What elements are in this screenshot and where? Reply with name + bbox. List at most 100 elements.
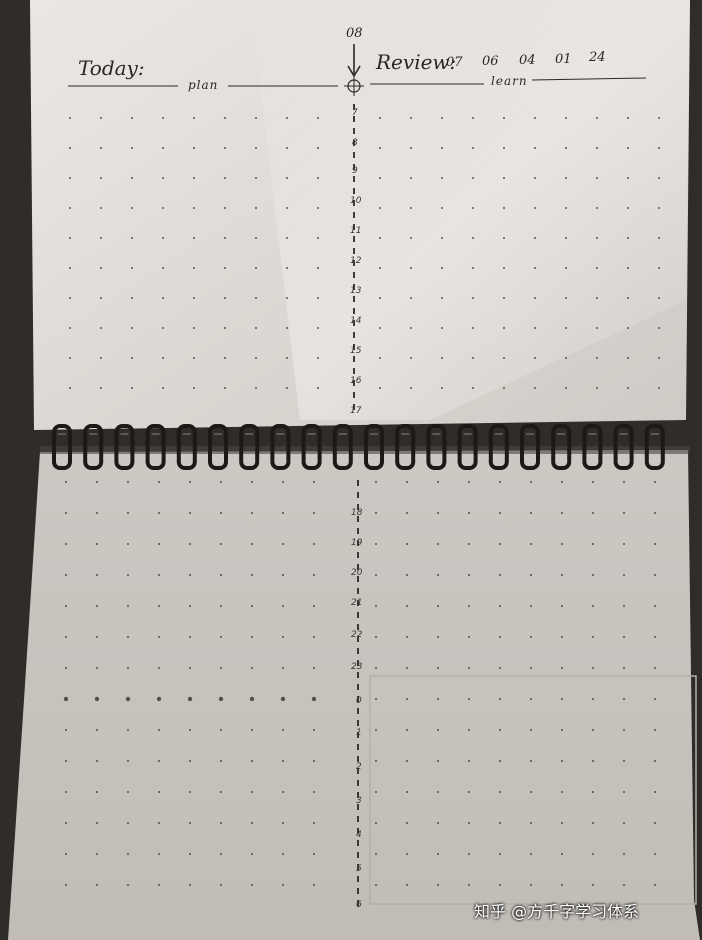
grid-dot <box>565 327 567 329</box>
grid-dot <box>375 791 377 793</box>
grid-dot <box>158 760 160 762</box>
hour-label: 3 <box>356 796 362 806</box>
grid-dot <box>499 791 501 793</box>
grid-dot <box>654 698 656 700</box>
grid-dot <box>468 512 470 514</box>
grid-dot <box>565 267 567 269</box>
grid-dot <box>565 147 567 149</box>
grid-dot <box>94 696 100 702</box>
grid-dot <box>255 177 257 179</box>
grid-dot <box>379 267 381 269</box>
grid-dot <box>596 327 598 329</box>
grid-dot <box>565 237 567 239</box>
grid-dot <box>69 207 71 209</box>
grid-dot <box>317 117 319 119</box>
grid-dot <box>654 543 656 545</box>
grid-dot <box>437 760 439 762</box>
grid-dot <box>623 512 625 514</box>
grid-dot <box>654 760 656 762</box>
grid-dot <box>65 605 67 607</box>
grid-dot <box>220 605 222 607</box>
grid-dot <box>65 884 67 886</box>
grid-dot <box>658 357 660 359</box>
grid-dot <box>472 117 474 119</box>
grid-dot <box>437 822 439 824</box>
hour-label: 20 <box>351 568 363 578</box>
review-number: 24 <box>589 50 606 65</box>
grid-dot <box>468 698 470 700</box>
grid-dot <box>379 327 381 329</box>
hour-label: 23 <box>351 662 363 672</box>
grid-dot <box>127 667 129 669</box>
grid-dot <box>158 636 160 638</box>
grid-dot <box>503 327 505 329</box>
grid-dot <box>286 117 288 119</box>
grid-dot <box>503 237 505 239</box>
grid-dot <box>255 207 257 209</box>
grid-dot <box>654 605 656 607</box>
grid-dot <box>410 297 412 299</box>
grid-dot <box>96 512 98 514</box>
grid-dot <box>410 207 412 209</box>
hour-label: 6 <box>356 900 362 910</box>
grid-dot <box>286 177 288 179</box>
grid-dot <box>379 207 381 209</box>
grid-dot <box>658 237 660 239</box>
grid-dot <box>255 387 257 389</box>
grid-dot <box>189 605 191 607</box>
grid-dot <box>654 853 656 855</box>
grid-dot <box>317 147 319 149</box>
grid-dot <box>189 543 191 545</box>
grid-dot <box>441 237 443 239</box>
hour-label: 1 <box>356 728 362 738</box>
grid-dot <box>561 636 563 638</box>
hour-label: 7 <box>352 108 358 118</box>
grid-dot <box>162 117 164 119</box>
hour-label: 12 <box>350 256 362 266</box>
grid-dot <box>441 177 443 179</box>
grid-dot <box>100 297 102 299</box>
hour-label: 15 <box>350 346 362 356</box>
grid-dot <box>162 267 164 269</box>
grid-dot <box>375 729 377 731</box>
grid-dot <box>503 297 505 299</box>
grid-dot <box>627 267 629 269</box>
grid-dot <box>592 512 594 514</box>
grid-dot <box>499 481 501 483</box>
grid-dot <box>534 177 536 179</box>
grid-dot <box>100 357 102 359</box>
grid-dot <box>410 327 412 329</box>
grid-dot <box>592 822 594 824</box>
grid-dot <box>530 822 532 824</box>
grid-dot <box>406 698 408 700</box>
grid-dot <box>127 729 129 731</box>
grid-dot <box>189 667 191 669</box>
grid-dot <box>654 667 656 669</box>
grid-dot <box>158 791 160 793</box>
hour-label: 4 <box>356 830 362 840</box>
grid-dot <box>499 667 501 669</box>
grid-dot <box>503 357 505 359</box>
grid-dot <box>282 822 284 824</box>
grid-dot <box>627 357 629 359</box>
grid-dot <box>596 387 598 389</box>
grid-dot <box>379 177 381 179</box>
grid-dot <box>96 822 98 824</box>
grid-dot <box>224 387 226 389</box>
grid-dot <box>499 729 501 731</box>
grid-dot <box>251 884 253 886</box>
grid-dot <box>379 147 381 149</box>
hour-label: 5 <box>356 864 362 874</box>
grid-dot <box>317 237 319 239</box>
grid-dot <box>282 543 284 545</box>
grid-dot <box>127 543 129 545</box>
grid-dot <box>530 791 532 793</box>
grid-dot <box>189 791 191 793</box>
plan-label: plan <box>188 78 219 92</box>
grid-dot <box>158 822 160 824</box>
grid-dot <box>375 574 377 576</box>
grid-dot <box>561 729 563 731</box>
grid-dot <box>69 267 71 269</box>
grid-dot <box>158 512 160 514</box>
grid-dot <box>158 605 160 607</box>
